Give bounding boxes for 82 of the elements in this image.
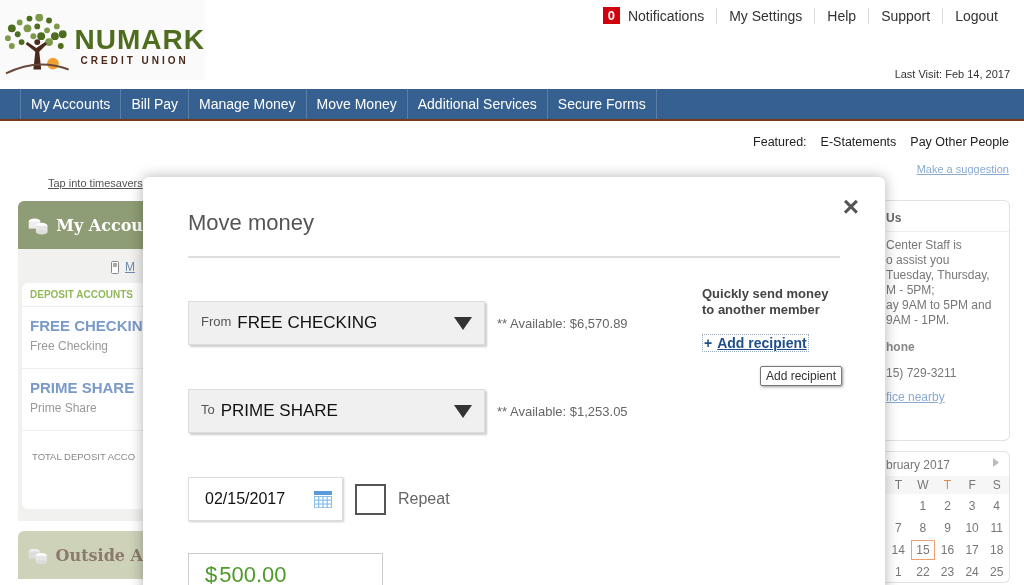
contact-text: M - 5PM; (886, 283, 936, 298)
calendar-day[interactable]: 17 (959, 540, 985, 560)
notifications-link[interactable]: Notifications (627, 7, 717, 24)
weekday: W (910, 476, 936, 494)
top-link[interactable]: Logout (942, 7, 1010, 24)
add-recipient-link[interactable]: + Add recipient (702, 334, 809, 352)
featured-link[interactable]: Pay Other People (910, 135, 1009, 149)
calendar-day[interactable]: 14 (886, 540, 911, 560)
calendar-month: bruary 2017 (886, 458, 951, 472)
repeat-checkbox[interactable] (355, 483, 386, 515)
calendar-day[interactable]: 7 (886, 518, 911, 538)
account-dropdown[interactable]: To PRIME SHARE (188, 389, 485, 433)
weekday: T (935, 476, 960, 494)
dialog-title: Move money (188, 210, 840, 258)
top-link[interactable]: My Settings (716, 7, 815, 24)
logo-name: NUMARK (74, 24, 205, 55)
phone-label: hone (886, 340, 916, 354)
calendar-day[interactable]: 23 (935, 562, 960, 582)
calendar-day[interactable]: 11 (984, 518, 1009, 538)
logo-subtitle: CREDIT UNION (79, 54, 190, 66)
quick-send-heading: Quickly send money to another member (702, 286, 830, 318)
phone-icon (111, 260, 119, 274)
calendar-day[interactable]: 3 (959, 496, 985, 516)
account-name[interactable]: PRIME SHARE (30, 379, 135, 396)
featured-label: Featured: (753, 135, 807, 149)
calendar-day[interactable]: 2 (935, 496, 960, 516)
featured-link[interactable]: E-Statements (820, 135, 897, 149)
repeat-label: Repeat (398, 490, 450, 508)
calendar-day[interactable]: 25 (984, 562, 1009, 582)
last-visit: Last Visit: Feb 14, 2017 (894, 68, 1010, 80)
panel-title: My Accou (56, 215, 143, 235)
calendar-day[interactable]: 8 (910, 518, 936, 538)
calendar-day[interactable]: 4 (984, 496, 1009, 516)
calendar-day[interactable]: 16 (935, 540, 960, 560)
nav-item[interactable]: Additional Services (406, 89, 547, 119)
contact-text: Center Staff is (886, 238, 963, 253)
caret-icon (454, 316, 472, 330)
calendar-day[interactable]: 9 (935, 518, 960, 538)
suggestion-link[interactable]: Make a suggestion (916, 163, 1009, 175)
notification-count: 0 (602, 7, 620, 24)
tooltip: Add recipient (760, 366, 843, 386)
weekday: T (886, 476, 911, 494)
calendar-day[interactable]: 22 (910, 562, 936, 582)
calendar-day[interactable]: 1 (886, 562, 911, 582)
office-link[interactable]: fice nearby (886, 390, 1005, 404)
contact-text: 9AM - 1PM. (886, 313, 951, 328)
top-link[interactable]: Support (868, 7, 943, 24)
calendar-day[interactable]: 24 (959, 562, 985, 582)
nav-item[interactable]: Move Money (305, 89, 407, 119)
available-balance: ** Available: $1,253.05 (497, 403, 628, 419)
tree-logo-icon (4, 14, 71, 76)
available-balance: ** Available: $6,570.89 (497, 315, 628, 331)
next-month-icon[interactable] (993, 458, 999, 467)
calendar-day[interactable]: 10 (959, 518, 985, 538)
panel-title: Us (886, 201, 1009, 232)
close-button[interactable]: × (842, 191, 859, 223)
calendar-day[interactable]: 15 (910, 540, 936, 560)
nav-item[interactable]: Bill Pay (120, 89, 189, 119)
phone-number: 15) 729-3211 (886, 366, 958, 380)
nav-item[interactable]: My Accounts (20, 89, 121, 119)
panel-title: Outside A (55, 545, 143, 565)
contact-text: ay 9AM to 5PM and (886, 298, 993, 313)
calendar-day[interactable]: 1 (910, 496, 936, 516)
nav-item[interactable]: Secure Forms (546, 89, 657, 119)
nav-item[interactable]: Manage Money (188, 89, 306, 119)
contact-text: o assist you (886, 253, 951, 268)
account-dropdown[interactable]: From FREE CHECKING (188, 301, 485, 345)
account-name[interactable]: FREE CHECKIN (30, 317, 143, 334)
tip-link[interactable]: Tap into timesavers (48, 177, 143, 189)
contact-text: Tuesday, Thursday, (886, 268, 991, 283)
caret-icon (454, 404, 472, 418)
mobile-link[interactable]: M (125, 260, 135, 274)
amount-field[interactable]: $500.00 (188, 553, 383, 585)
account-type: Free Checking (30, 339, 110, 353)
calendar-day[interactable]: 18 (984, 540, 1009, 560)
weekday: S (984, 476, 1009, 494)
date-field[interactable]: 02/15/2017 (188, 477, 343, 521)
account-type: Prime Share (30, 401, 98, 415)
total-label: TOTAL DEPOSIT ACCO (31, 450, 137, 462)
top-link[interactable]: Help (814, 7, 869, 24)
weekday: F (959, 476, 985, 494)
calendar-icon[interactable] (314, 490, 332, 508)
